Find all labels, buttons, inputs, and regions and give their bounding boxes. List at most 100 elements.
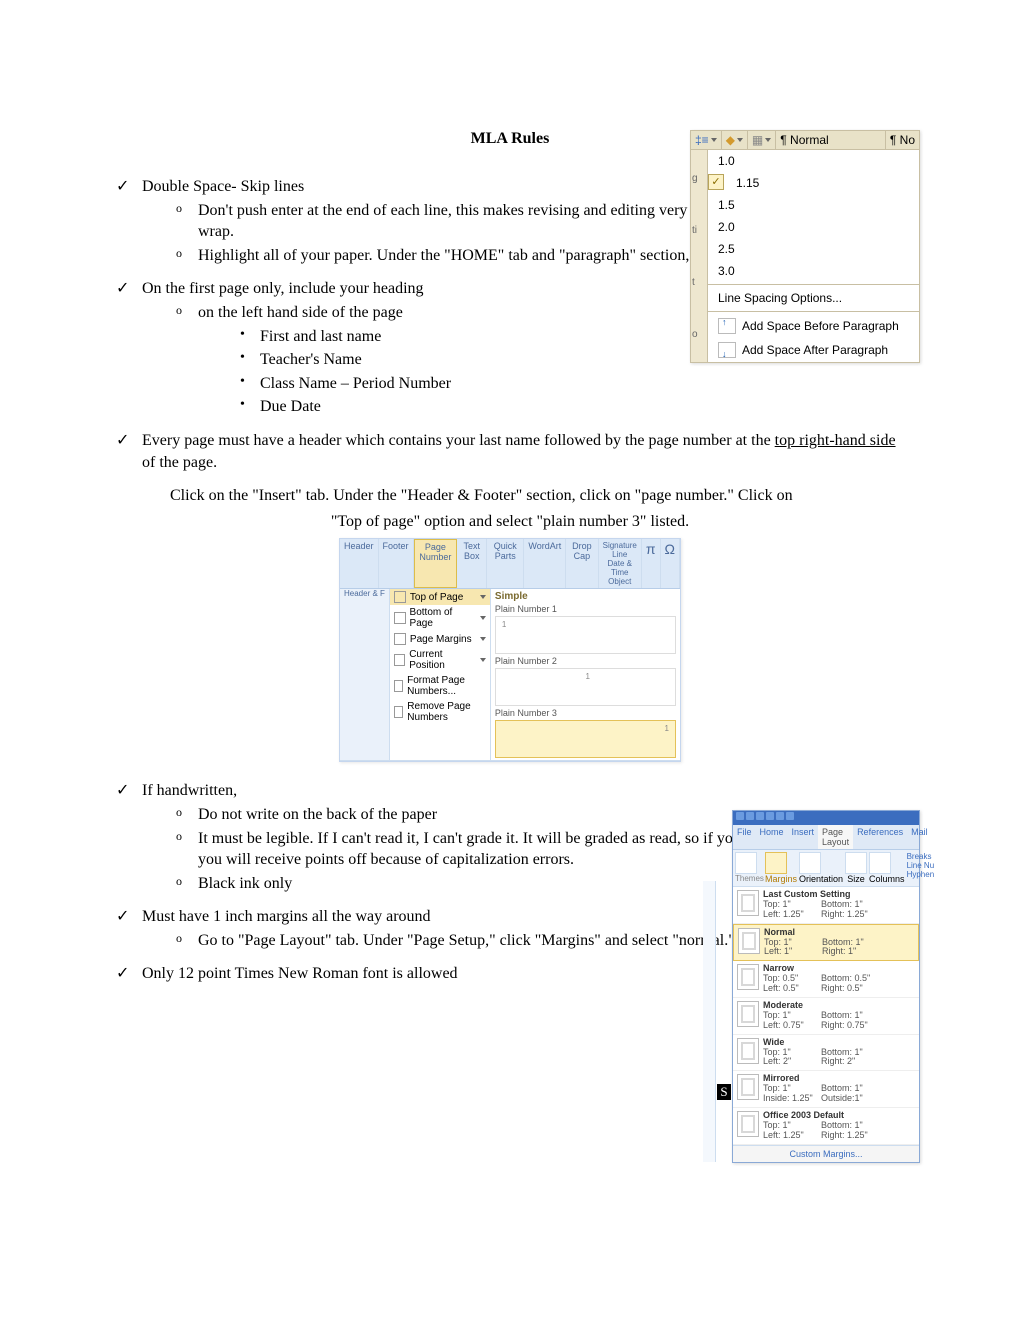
sub-text: Black ink only — [198, 875, 292, 892]
hyphen-label[interactable]: Hyphen — [907, 870, 935, 879]
check-icon: ✓ — [708, 174, 724, 190]
tab-home[interactable]: Home — [756, 825, 788, 849]
rule-text: Must have 1 inch margins all the way aro… — [142, 908, 431, 925]
lbl: Object — [608, 577, 631, 586]
preview-plain-1[interactable]: 1 — [495, 616, 676, 654]
preview-label: Plain Number 3 — [491, 708, 680, 718]
shading-icon[interactable]: ◆ — [722, 131, 748, 149]
chevron-down-icon — [765, 138, 771, 142]
equation-icon[interactable]: π — [642, 539, 661, 588]
ribbon-button[interactable]: Text Box — [457, 539, 487, 588]
custom-margins[interactable]: Custom Margins... — [733, 1145, 919, 1162]
borders-icon[interactable]: ▦ — [748, 131, 776, 149]
menu-current-position[interactable]: Current Position — [390, 647, 490, 673]
size-button[interactable] — [845, 852, 867, 874]
ruler — [703, 881, 716, 1162]
margin-option-last-custom-setting[interactable]: Last Custom SettingTop: 1"Bottom: 1"Left… — [733, 887, 919, 924]
tab-insert[interactable]: Insert — [788, 825, 819, 849]
bullet-item: Due Date — [234, 396, 910, 418]
margin-preview-icon — [737, 890, 759, 916]
edge-char: g — [692, 173, 706, 184]
margin-preview-icon — [737, 1001, 759, 1027]
themes-icon[interactable] — [735, 852, 757, 874]
margin-option-mirrored[interactable]: MirroredTop: 1"Bottom: 1"Inside: 1.25"Ou… — [733, 1071, 919, 1108]
bullet-text: Due Date — [260, 398, 321, 415]
gallery-section-label: Simple — [491, 589, 680, 604]
spacing-option[interactable]: 1.5 — [708, 194, 919, 216]
header-footer-label: Header & F — [340, 589, 390, 760]
ribbon-button[interactable]: Signature Line Date & Time Object — [599, 539, 642, 588]
menu-page-margins[interactable]: Page Margins — [390, 631, 490, 647]
ribbon-button[interactable]: Footer — [379, 539, 414, 588]
mi-label: Top of Page — [410, 592, 463, 603]
bullet-text: Teacher's Name — [260, 351, 362, 368]
tab-references[interactable]: References — [853, 825, 907, 849]
symbol-icon[interactable]: Ω — [661, 539, 680, 588]
bullet-text: First and last name — [260, 328, 381, 345]
chevron-down-icon — [737, 138, 743, 142]
space-after-icon: ↓ — [718, 342, 736, 358]
chevron-down-icon — [711, 138, 717, 142]
menu-bottom-of-page[interactable]: Bottom of Page — [390, 605, 490, 631]
chevron-right-icon — [480, 658, 486, 662]
line-spacing-icon[interactable]: ‡≡ — [691, 131, 722, 149]
rule-text-u: top right-hand side — [775, 432, 896, 449]
margin-option-wide[interactable]: WideTop: 1"Bottom: 1"Left: 2"Right: 2" — [733, 1035, 919, 1072]
ribbon-button-page-number[interactable]: Page Number — [414, 539, 458, 588]
margin-option-narrow[interactable]: NarrowTop: 0.5"Bottom: 0.5"Left: 0.5"Rig… — [733, 961, 919, 998]
edge-char: o — [692, 329, 706, 340]
doc-edge: g ti t o — [691, 150, 708, 362]
margin-option-normal[interactable]: NormalTop: 1"Bottom: 1"Left: 1"Right: 1" — [733, 924, 919, 962]
rb-label: Columns — [869, 874, 905, 884]
line-spacing-options[interactable]: Line Spacing Options... — [708, 287, 919, 309]
sub-text: Go to "Page Layout" tab. Under "Page Set… — [198, 932, 735, 949]
ribbon-button[interactable]: Quick Parts — [487, 539, 524, 588]
cursor-icon — [394, 654, 405, 666]
chevron-right-icon — [480, 616, 486, 620]
mi-label: Bottom of Page — [410, 607, 476, 629]
style-normal[interactable]: ¶ Normal — [776, 131, 886, 149]
margin-preview-icon — [737, 1074, 759, 1100]
margin-preview-icon — [737, 964, 759, 990]
mi-label: Current Position — [409, 649, 476, 671]
opt-label: Add Space After Paragraph — [742, 343, 888, 357]
linenum-label[interactable]: Line Nu — [907, 861, 935, 870]
ribbon-button[interactable]: Header — [340, 539, 379, 588]
rule-text: Double Space- Skip lines — [142, 178, 304, 195]
tab-page-layout[interactable]: Page Layout — [818, 825, 853, 849]
spacing-option[interactable]: 2.0 — [708, 216, 919, 238]
margins-button[interactable] — [765, 852, 787, 874]
margin-option-office-2003-default[interactable]: Office 2003 DefaultTop: 1"Bottom: 1"Left… — [733, 1108, 919, 1145]
spacing-option[interactable]: 2.5 — [708, 238, 919, 260]
rule-text: Only 12 point Times New Roman font is al… — [142, 965, 458, 982]
tab-file[interactable]: File — [733, 825, 756, 849]
breaks-label[interactable]: Breaks — [907, 852, 935, 861]
ribbon-button[interactable]: WordArt — [524, 539, 566, 588]
window-titlebar — [733, 811, 919, 825]
tab-mailings[interactable]: Mail — [907, 825, 932, 849]
edge-char: t — [692, 277, 706, 288]
orientation-button[interactable] — [799, 852, 821, 874]
style-no-spacing[interactable]: ¶ No — [886, 131, 919, 149]
spacing-option[interactable]: 1.0 — [708, 150, 919, 172]
menu-format-page-numbers[interactable]: Format Page Numbers... — [390, 673, 490, 699]
rule-text: On the first page only, include your hea… — [142, 280, 424, 297]
rule-text-a: Every page must have a header which cont… — [142, 432, 775, 449]
menu-remove-page-numbers[interactable]: Remove Page Numbers — [390, 699, 490, 725]
columns-button[interactable] — [869, 852, 891, 874]
menu-top-of-page[interactable]: Top of Page — [390, 589, 490, 605]
spacing-option[interactable]: 3.0 — [708, 260, 919, 282]
margin-option-moderate[interactable]: ModerateTop: 1"Bottom: 1"Left: 0.75"Righ… — [733, 998, 919, 1035]
add-space-after[interactable]: ↓ Add Space After Paragraph — [708, 338, 919, 362]
sub-text: Do not write on the back of the paper — [198, 806, 437, 823]
add-space-before[interactable]: ↑Add Space Before Paragraph — [708, 314, 919, 338]
figure-page-number-menu: Header Footer Page Number Text Box Quick… — [339, 538, 681, 762]
sub-text: on the left hand side of the page — [198, 304, 403, 321]
chevron-right-icon — [480, 595, 486, 599]
page-top-icon — [394, 591, 406, 603]
spacing-option-selected[interactable]: ✓1.15 — [726, 172, 919, 194]
preview-plain-3[interactable]: 1 — [495, 720, 676, 758]
ribbon-button[interactable]: Drop Cap — [566, 539, 598, 588]
preview-plain-2[interactable]: 1 — [495, 668, 676, 706]
rb-label: Margins — [765, 874, 797, 884]
